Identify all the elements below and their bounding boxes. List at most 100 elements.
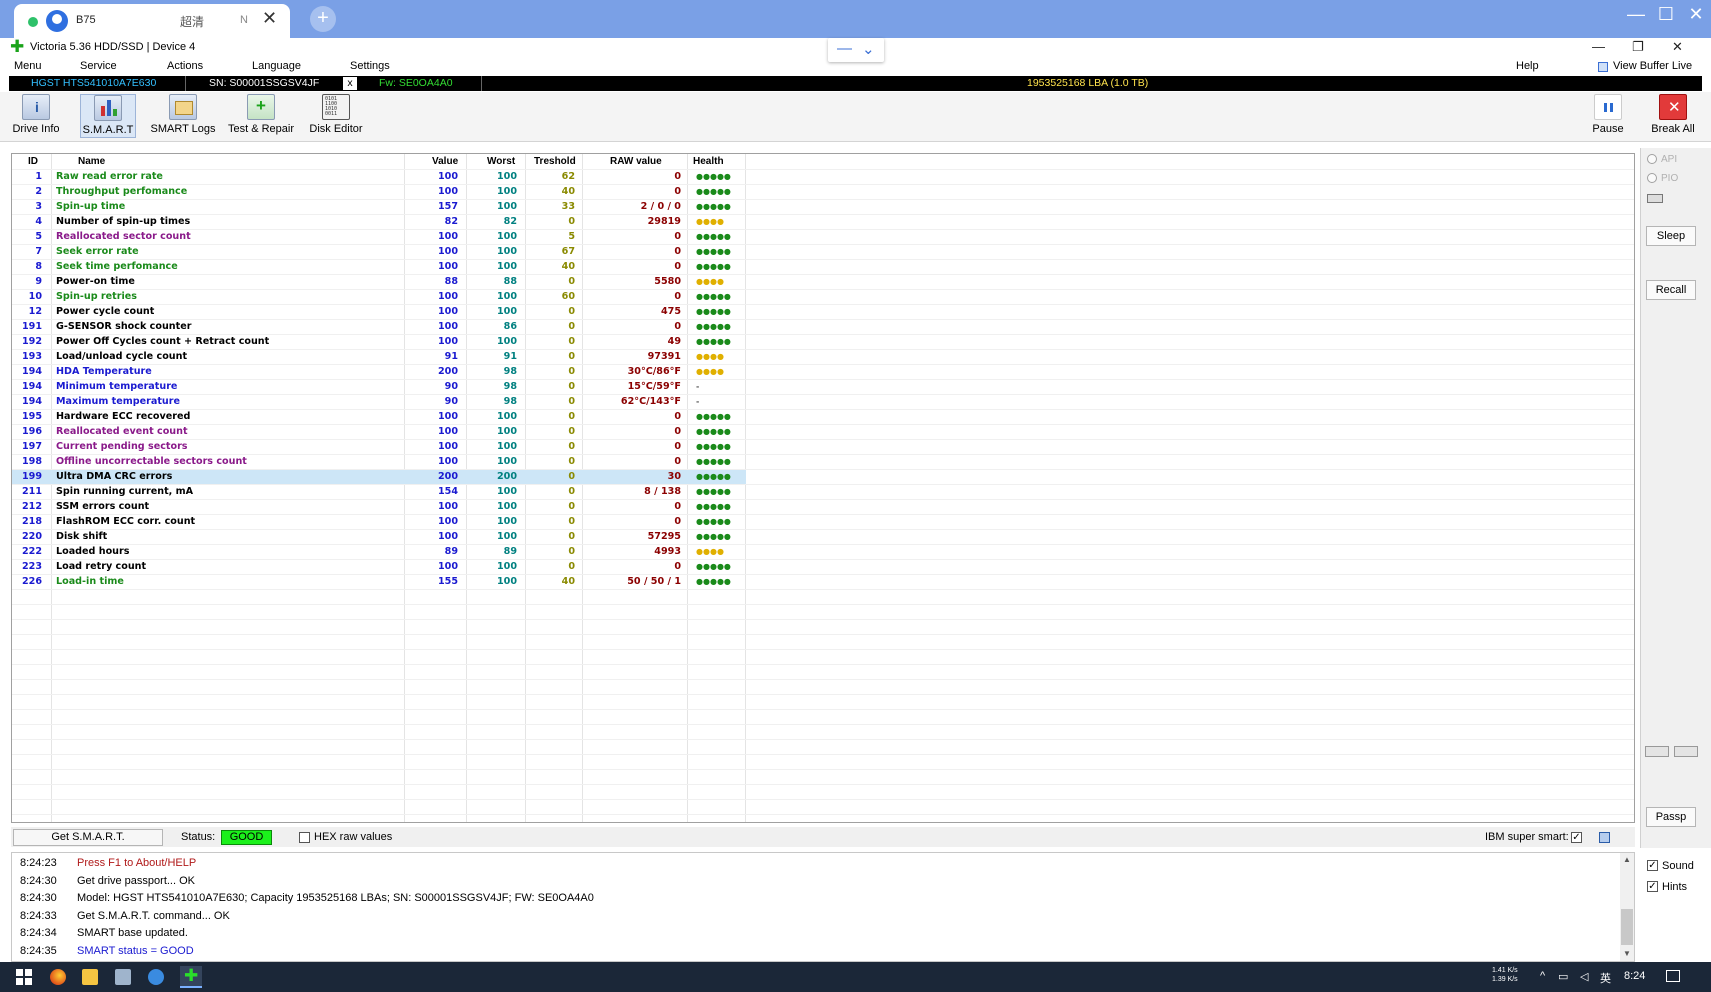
table-row[interactable]: 196 Reallocated event count 100 100 0 0 ●●●●● [12, 424, 746, 439]
chevron-down-icon[interactable]: ⌄ [862, 40, 875, 58]
table-row[interactable]: 194 Minimum temperature 90 98 0 15°C/59°F - [12, 379, 746, 394]
table-row[interactable]: 10 Spin-up retries 100 100 60 0 ●●●●● [12, 289, 746, 304]
column-header-threshold[interactable]: Treshold [534, 156, 576, 167]
table-row[interactable]: 191 G-SENSOR shock counter 100 86 0 0 ●●●●● [12, 319, 746, 334]
tab-quality-label[interactable]: 超清 [180, 13, 204, 30]
pause-button[interactable]: Pause [1590, 94, 1626, 135]
column-header-health[interactable]: Health [693, 156, 724, 167]
menu-item-help[interactable]: Help [1516, 60, 1539, 72]
slider-right-box[interactable] [1674, 746, 1698, 757]
table-row[interactable]: 2 Throughput perfomance 100 100 40 0 ●●●●● [12, 184, 746, 199]
api-radio[interactable] [1647, 154, 1657, 164]
table-row[interactable]: 194 HDA Temperature 200 98 0 30°C/86°F ●●●● [12, 364, 746, 379]
table-row[interactable]: 198 Offline uncorrectable sectors count 10… [12, 454, 746, 469]
table-row[interactable]: 3 Spin-up time 157 100 33 2 / 0 / 0 ●●●●● [12, 199, 746, 214]
network-icon[interactable]: ▭ [1558, 970, 1568, 983]
table-row[interactable]: 199 Ultra DMA CRC errors 200 200 0 30 ●●●●● [12, 469, 746, 484]
table-row[interactable]: 12 Power cycle count 100 100 0 475 ●●●●● [12, 304, 746, 319]
menu-item-menu[interactable]: Menu [14, 60, 42, 72]
sleep-button[interactable]: Sleep [1646, 226, 1696, 246]
log-scrollbar[interactable]: ▲ ▼ [1620, 853, 1634, 961]
hints-checkbox[interactable]: ✓ [1647, 881, 1658, 892]
menu-item-settings[interactable]: Settings [350, 60, 390, 72]
browser-icon[interactable] [148, 969, 164, 985]
volume-icon[interactable]: ◁ [1580, 970, 1588, 983]
table-row[interactable]: 218 FlashROM ECC corr. count 100 100 0 0 ●●●●● [12, 514, 746, 529]
new-tab-button[interactable]: + [310, 6, 336, 32]
app-minimize-icon[interactable]: — [1592, 39, 1605, 54]
hex-raw-checkbox[interactable] [299, 832, 310, 843]
recall-button[interactable]: Recall [1646, 280, 1696, 300]
table-row[interactable]: 211 Spin running current, mA 154 100 0 8 / 13… [12, 484, 746, 499]
table-row[interactable]: 8 Seek time perfomance 100 100 40 0 ●●●●● [12, 259, 746, 274]
table-row[interactable]: 212 SSM errors count 100 100 0 0 ●●●●● [12, 499, 746, 514]
victoria-task-icon[interactable]: ✚ [180, 966, 202, 988]
ime-indicator[interactable]: 英 [1600, 970, 1611, 986]
column-header-id[interactable]: ID [28, 156, 38, 167]
table-row[interactable]: 223 Load retry count 100 100 0 0 ●●●●● [12, 559, 746, 574]
column-header-name[interactable]: Name [78, 156, 105, 167]
smart-tab-button[interactable]: S.M.A.R.T [80, 94, 136, 138]
table-row[interactable]: 194 Maximum temperature 90 98 0 62°C/143°F - [12, 394, 746, 409]
tab-title: B75 [76, 14, 96, 26]
slider-left-box[interactable] [1645, 746, 1669, 757]
passp-button[interactable]: Passp [1646, 807, 1696, 827]
menu-item-service[interactable]: Service [80, 60, 117, 72]
pio-radio[interactable] [1647, 173, 1657, 183]
browser-close-icon[interactable]: ✕ [1682, 4, 1710, 25]
table-row[interactable]: 226 Load-in time 155 100 40 50 / 50 / 1 ●●●●● [12, 574, 746, 589]
column-header-worst[interactable]: Worst [487, 156, 515, 167]
table-row[interactable]: 222 Loaded hours 89 89 0 4993 ●●●● [12, 544, 746, 559]
table-row[interactable]: 7 Seek error rate 100 100 67 0 ●●●●● [12, 244, 746, 259]
tab-close-icon[interactable]: ✕ [262, 8, 277, 29]
table-row[interactable]: 220 Disk shift 100 100 0 57295 ●●●●● [12, 529, 746, 544]
ibm-super-smart-checkbox[interactable]: ✓ [1571, 832, 1582, 843]
table-row[interactable]: 195 Hardware ECC recovered 100 100 0 0 ●●●●● [12, 409, 746, 424]
small-indicator[interactable] [1647, 194, 1663, 203]
menu-item-actions[interactable]: Actions [167, 60, 203, 72]
scroll-up-icon[interactable]: ▲ [1623, 855, 1631, 864]
table-row[interactable]: 1 Raw read error rate 100 100 62 0 ●●●●● [12, 169, 746, 184]
scroll-thumb[interactable] [1621, 909, 1633, 945]
clock[interactable]: 8:24 [1624, 970, 1645, 982]
browser-tab[interactable]: B75 超清 N ✕ [14, 4, 290, 38]
firefox-icon[interactable] [50, 969, 66, 985]
drive-info-button[interactable]: i Drive Info [9, 94, 63, 135]
scroll-down-icon[interactable]: ▼ [1623, 949, 1631, 958]
file-explorer-icon[interactable] [82, 969, 98, 985]
disk-editor-button[interactable]: 0101 1100 1010 0011 Disk Editor [306, 94, 366, 135]
cell-worst: 100 [496, 306, 517, 317]
view-buffer-live-link[interactable]: View Buffer Live [1613, 60, 1692, 72]
event-log[interactable]: 8:24:23 Press F1 to About/HELP 8:24:30 Get … [11, 852, 1635, 962]
app-close-icon[interactable]: ✕ [1672, 39, 1683, 55]
table-row[interactable]: 4 Number of spin-up times 82 82 0 29819 ●●●● [12, 214, 746, 229]
app-restore-icon[interactable]: ❐ [1632, 39, 1644, 55]
browser-minimize-icon[interactable]: — [1622, 4, 1650, 25]
smart-attribute-table[interactable]: ID Name Value Worst Treshold RAW value H… [11, 153, 1635, 823]
table-row[interactable]: 193 Load/unload cycle count 91 91 0 97391 ●●●● [12, 349, 746, 364]
minus-icon[interactable]: — [837, 40, 852, 57]
notification-icon[interactable] [1666, 970, 1680, 982]
table-row[interactable]: 5 Reallocated sector count 100 100 5 0 ●●●●● [12, 229, 746, 244]
column-header-value[interactable]: Value [432, 156, 458, 167]
info-square-icon[interactable] [1599, 832, 1610, 843]
sound-checkbox[interactable]: ✓ [1647, 860, 1658, 871]
computer-icon[interactable] [115, 969, 131, 985]
cell-worst: 100 [496, 186, 517, 197]
table-row[interactable]: 9 Power-on time 88 88 0 5580 ●●●● [12, 274, 746, 289]
smart-logs-button[interactable]: SMART Logs [150, 94, 216, 135]
drive-x-button[interactable]: x [343, 77, 357, 90]
get-smart-button[interactable]: Get S.M.A.R.T. [13, 829, 163, 846]
table-row[interactable]: 197 Current pending sectors 100 100 0 0 ●●●●● [12, 439, 746, 454]
row-gridline [12, 754, 1634, 755]
menu-item-language[interactable]: Language [252, 60, 301, 72]
test-repair-button[interactable]: + Test & Repair [226, 94, 296, 135]
chevron-up-icon[interactable]: ^ [1540, 970, 1545, 982]
drive-model[interactable]: HGST HTS541010A7E630 [31, 77, 156, 90]
row-gridline [12, 649, 1634, 650]
break-all-button[interactable]: ✕ Break All [1650, 94, 1696, 135]
browser-maximize-icon[interactable]: ☐ [1652, 4, 1680, 25]
column-header-raw[interactable]: RAW value [610, 156, 662, 167]
windows-start-icon[interactable] [16, 969, 32, 985]
table-row[interactable]: 192 Power Off Cycles count + Retract coun… [12, 334, 746, 349]
